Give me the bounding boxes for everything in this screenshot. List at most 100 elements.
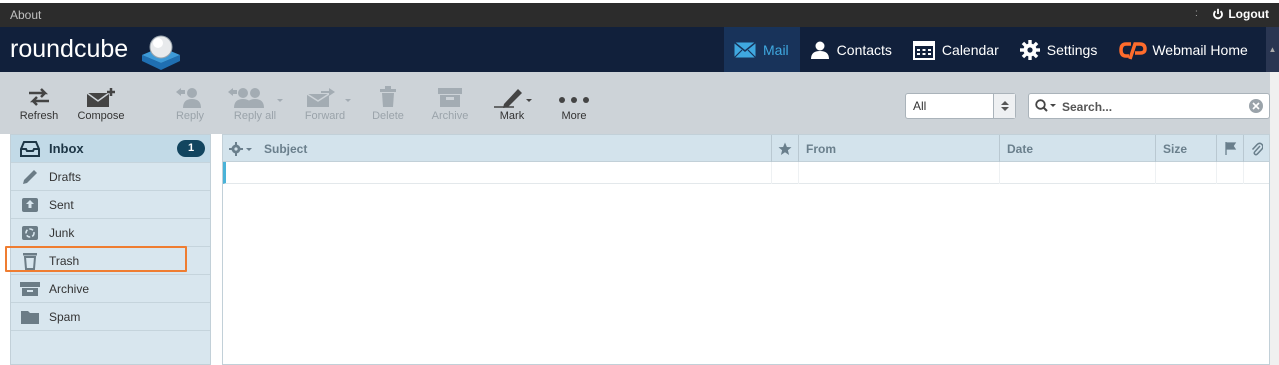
folder-label: Sent: [49, 197, 74, 212]
nav-calendar-label: Calendar: [941, 41, 999, 58]
nav-settings-label: Settings: [1046, 41, 1098, 58]
column-flagged[interactable]: [771, 135, 798, 162]
mail-icon: [734, 41, 756, 58]
nav-webmail-home[interactable]: Webmail Home: [1108, 27, 1258, 72]
mark-button[interactable]: Mark: [482, 86, 542, 122]
column-size[interactable]: Size: [1155, 135, 1216, 162]
nav-webmail-home-label: Webmail Home: [1152, 41, 1248, 58]
logo-text: roundcube: [10, 35, 129, 63]
forward-icon: [306, 88, 351, 107]
folder-list: Inbox 1 Drafts Sent Junk Trash Archive S…: [10, 134, 211, 365]
column-date[interactable]: Date: [999, 135, 1155, 162]
compose-button[interactable]: Compose: [71, 86, 131, 122]
topbar-separator: :: [1195, 8, 1198, 19]
mark-label: Mark: [499, 110, 525, 122]
spam-folder-icon: [19, 308, 41, 326]
search-icon[interactable]: [1035, 99, 1059, 113]
roundcube-window: About : Logout roundcube Mail Contacts C…: [0, 0, 1279, 365]
folder-label: Inbox: [49, 141, 84, 156]
page-scrollbar[interactable]: [1270, 72, 1279, 365]
archive-label: Archive: [431, 110, 469, 122]
nav-contacts-label: Contacts: [836, 41, 892, 58]
junk-icon: [19, 224, 41, 242]
logout-button[interactable]: Logout: [1212, 7, 1269, 21]
top-bar: About : Logout: [0, 3, 1279, 27]
message-list-header: Subject From Date Size: [223, 135, 1269, 162]
refresh-label: Refresh: [19, 110, 59, 122]
folder-drafts[interactable]: Drafts: [11, 163, 210, 191]
folder-label: Spam: [49, 309, 81, 324]
sent-icon: [19, 196, 41, 214]
reply-all-button[interactable]: Reply all: [225, 86, 285, 122]
header: roundcube Mail Contacts Calendar Setting…: [0, 27, 1279, 72]
nav-settings[interactable]: Settings: [1010, 27, 1109, 72]
folder-sent[interactable]: Sent: [11, 191, 210, 219]
roundcube-logo-icon: [142, 35, 180, 70]
search-input[interactable]: [1062, 98, 1242, 116]
archive-icon: [19, 280, 41, 298]
compose-label: Compose: [77, 110, 125, 122]
contacts-icon: [810, 41, 829, 59]
filter-select-value: All: [913, 99, 927, 113]
more-dots-icon: [559, 97, 589, 103]
cpanel-icon: [1119, 41, 1148, 60]
nav-mail-label: Mail: [763, 41, 789, 58]
nav-calendar[interactable]: Calendar: [903, 27, 1010, 72]
mark-pen-icon: [494, 89, 532, 108]
star-icon: [778, 142, 792, 155]
header-scroll-up[interactable]: ▲: [1266, 27, 1279, 72]
pencil-icon: [19, 168, 41, 186]
folder-label: Trash: [49, 253, 80, 268]
compose-icon: [86, 88, 115, 107]
inbox-icon: [19, 140, 41, 158]
column-attachment[interactable]: [1243, 135, 1269, 162]
about-link[interactable]: About: [10, 8, 41, 22]
nav-mail[interactable]: Mail: [724, 27, 800, 72]
main-nav: Mail Contacts Calendar Settings Webmail …: [724, 27, 1259, 72]
paperclip-icon: [1251, 142, 1264, 156]
forward-label: Forward: [304, 110, 346, 122]
delete-button[interactable]: Delete: [358, 86, 418, 122]
folder-label: Archive: [49, 281, 90, 296]
gear-icon: [229, 142, 252, 156]
calendar-icon: [912, 40, 935, 60]
flag-icon: [1225, 142, 1237, 155]
column-flag[interactable]: [1216, 135, 1243, 162]
clear-search-icon[interactable]: [1249, 99, 1263, 113]
column-subject[interactable]: Subject: [264, 135, 307, 162]
unread-count-badge: 1: [177, 140, 205, 157]
logout-label: Logout: [1228, 7, 1269, 21]
filter-select[interactable]: All: [905, 93, 1016, 119]
folder-spam[interactable]: Spam: [11, 303, 210, 331]
message-row-empty: [223, 162, 1269, 184]
power-icon: [1213, 8, 1224, 20]
folder-archive[interactable]: Archive: [11, 275, 210, 303]
search-box: [1028, 93, 1270, 119]
folder-inbox[interactable]: Inbox 1: [11, 135, 210, 163]
refresh-button[interactable]: Refresh: [9, 86, 69, 122]
trash-icon: [19, 252, 41, 270]
archive-icon: [438, 88, 462, 107]
reply-all-icon: [228, 88, 283, 108]
delete-label: Delete: [372, 110, 404, 122]
reply-all-label: Reply all: [233, 110, 277, 122]
more-button[interactable]: More: [544, 86, 604, 122]
toolbar: Refresh Compose Reply Reply all Forward …: [0, 72, 1279, 134]
folder-junk[interactable]: Junk: [11, 219, 210, 247]
more-label: More: [561, 110, 587, 122]
message-list: Subject From Date Size: [222, 134, 1270, 365]
archive-button[interactable]: Archive: [420, 86, 480, 122]
reply-icon: [176, 88, 201, 108]
refresh-icon: [29, 88, 49, 106]
folder-trash[interactable]: Trash: [11, 247, 210, 275]
reply-label: Reply: [175, 110, 205, 122]
trash-icon: [380, 86, 396, 107]
list-options-button[interactable]: [229, 135, 259, 162]
reply-button[interactable]: Reply: [160, 86, 220, 122]
gear-icon: [1019, 39, 1040, 60]
folder-label: Junk: [49, 225, 75, 240]
column-from[interactable]: From: [798, 135, 999, 162]
nav-contacts[interactable]: Contacts: [800, 27, 903, 72]
folder-label: Drafts: [49, 169, 82, 184]
forward-button[interactable]: Forward: [295, 86, 355, 122]
